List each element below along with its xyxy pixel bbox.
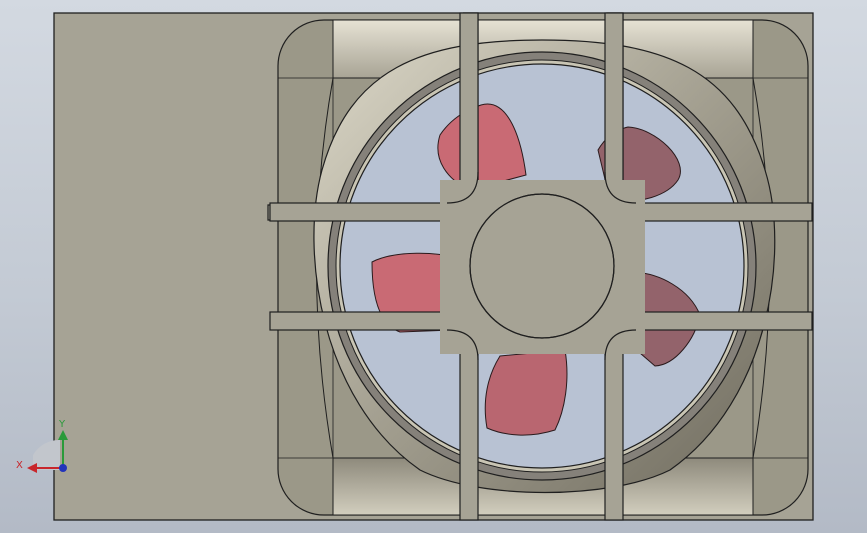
fan-housing-drawing: Y X — [16, 12, 814, 521]
triad-x-label: X — [16, 460, 23, 471]
fan-blade — [484, 349, 568, 436]
cad-viewport[interactable]: Y X — [0, 0, 867, 533]
triad-y-label: Y — [58, 419, 66, 430]
